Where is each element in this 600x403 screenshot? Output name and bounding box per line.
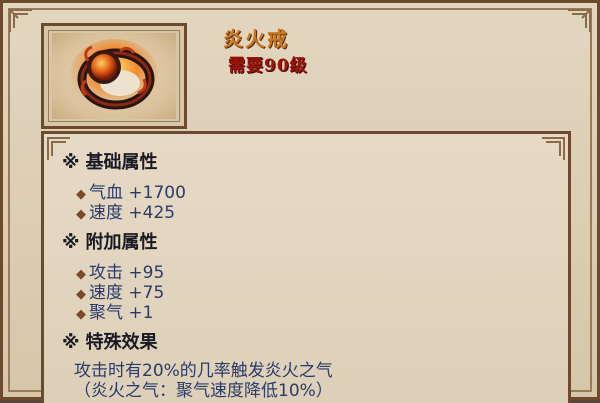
corner-ornament-icon (540, 136, 566, 162)
section-title-label: 基础属性 (85, 152, 158, 173)
section-title-bonus: ※ 附加属性 (62, 228, 158, 254)
attribute-row: ◆ 聚气 +1 (76, 298, 153, 323)
section-mark: ※ (62, 232, 80, 253)
item-icon-background (52, 33, 176, 119)
corner-ornament-icon (566, 8, 592, 34)
attribute-row: ◆ 速度 +425 (76, 198, 175, 223)
special-effect-detail: （炎火之气：聚气速度降低10%） (74, 381, 333, 401)
corner-ornament-icon (8, 8, 34, 34)
item-icon-frame (41, 23, 187, 129)
fire-ring-icon (70, 39, 158, 111)
section-title-label: 附加属性 (85, 232, 158, 253)
section-mark: ※ (62, 152, 80, 173)
section-title-special: ※ 特殊效果 (62, 328, 158, 354)
attribute-text: 聚气 +1 (89, 303, 154, 323)
diamond-bullet-icon: ◆ (76, 307, 86, 322)
diamond-bullet-icon: ◆ (76, 207, 86, 222)
section-title-basic: ※ 基础属性 (62, 148, 158, 174)
attribute-text: 速度 +425 (89, 203, 176, 223)
section-title-label: 特殊效果 (85, 332, 158, 353)
level-requirement: 需要90级 (228, 56, 308, 76)
item-name: 炎火戒 (223, 27, 289, 51)
section-mark: ※ (62, 332, 80, 353)
stats-panel: ※ 基础属性 ◆ 气血 +1700 ◆ 速度 +425 ※ 附加属性 ◆ 攻击 +95 ◆… (41, 131, 571, 403)
item-tooltip-panel: 炎火戒 需要90级 ※ 基础属性 ◆ 气血 +1700 ◆ 速度 +425 ※ 附加属性… (0, 0, 600, 403)
